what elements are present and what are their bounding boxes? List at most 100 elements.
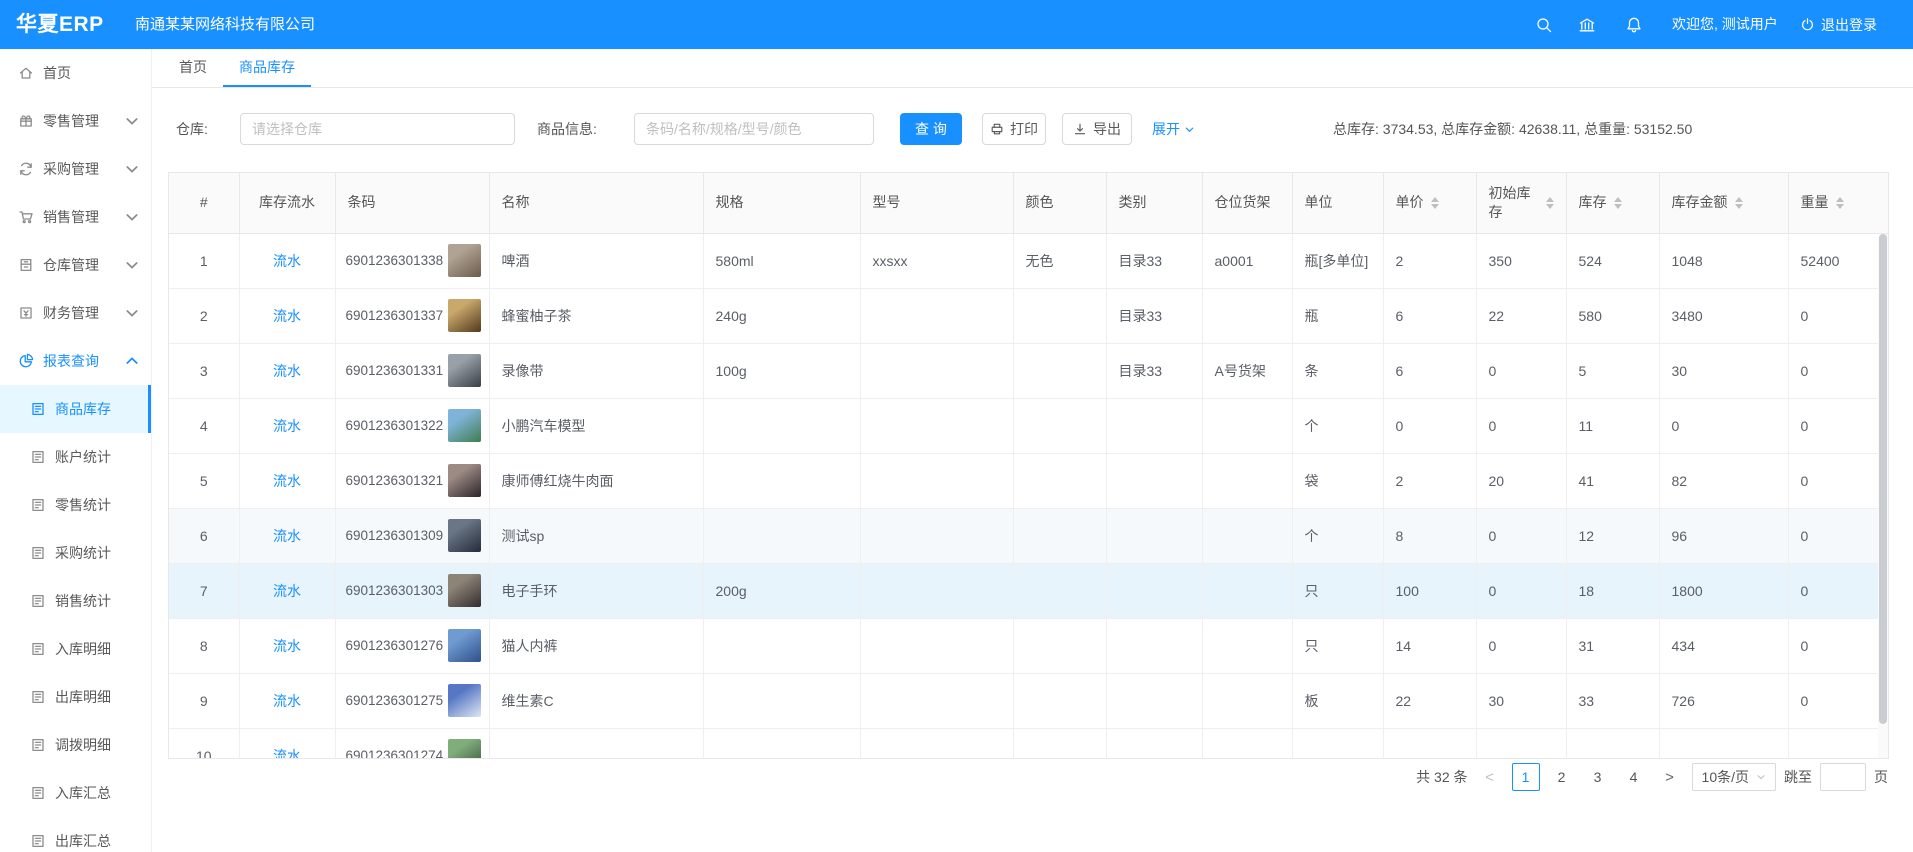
warehouse-select-input[interactable] [240, 113, 515, 145]
cell-color [1013, 618, 1106, 673]
sort-icon[interactable] [1836, 197, 1844, 209]
col-header-price[interactable]: 单价 [1383, 173, 1476, 233]
cell-num: 7 [169, 563, 239, 618]
cell-color [1013, 508, 1106, 563]
stock-flow-link[interactable]: 流水 [273, 528, 301, 544]
col-header-model: 型号 [860, 173, 1013, 233]
cell-amount: 726 [1659, 673, 1788, 728]
sidebar-item-transfer-detail[interactable]: 调拨明细 [0, 721, 151, 769]
col-header-stock[interactable]: 库存 [1566, 173, 1659, 233]
doc-icon [30, 593, 46, 609]
stock-flow-link[interactable]: 流水 [273, 308, 301, 324]
prev-page-button[interactable]: < [1476, 763, 1504, 791]
page-size-select[interactable]: 10条/页 [1692, 763, 1776, 791]
top-header-bar: 华夏ERP 南通某某网络科技有限公司 欢迎您, 测试用户 退出登录 [0, 0, 1913, 49]
stock-flow-link[interactable]: 流水 [273, 253, 301, 269]
tab-bar: 首页商品库存 [152, 49, 1913, 88]
barcode-value: 6901236301337 [346, 308, 444, 323]
table-row: 2流水6901236301337蜂蜜柚子茶240g目录33瓶6225803480… [169, 288, 1888, 343]
stock-flow-link[interactable]: 流水 [273, 473, 301, 489]
sidebar-item-outbound-detail[interactable]: 出库明细 [0, 673, 151, 721]
report-icon [18, 353, 34, 369]
cell-category: 目录33 [1106, 288, 1202, 343]
search-icon[interactable] [1535, 16, 1553, 34]
sidebar-item-inbound-summary[interactable]: 入库汇总 [0, 769, 151, 817]
sort-icon[interactable] [1431, 197, 1439, 209]
cell-color [1013, 453, 1106, 508]
stock-flow-link[interactable]: 流水 [273, 638, 301, 654]
cell-unit [1292, 728, 1383, 759]
page-2[interactable]: 2 [1548, 763, 1576, 791]
sidebar-item-purchase-stats[interactable]: 采购统计 [0, 529, 151, 577]
stock-flow-link[interactable]: 流水 [273, 418, 301, 434]
sidebar-item-account-stats[interactable]: 账户统计 [0, 433, 151, 481]
product-info-input[interactable] [634, 113, 874, 145]
query-button[interactable]: 查 询 [900, 113, 962, 145]
col-header-amount[interactable]: 库存金额 [1659, 173, 1788, 233]
col-label: 型号 [873, 193, 901, 212]
logout-button[interactable]: 退出登录 [1800, 0, 1877, 49]
cell-spec: 240g [703, 288, 860, 343]
sidebar-item-report-query[interactable]: 报表查询 [0, 337, 151, 385]
export-label: 导出 [1093, 119, 1121, 139]
col-header-init[interactable]: 初始库存 [1476, 173, 1566, 233]
sort-icon[interactable] [1614, 197, 1622, 209]
tab-home[interactable]: 首页 [163, 49, 223, 87]
cell-category: 目录33 [1106, 343, 1202, 398]
page-4[interactable]: 4 [1620, 763, 1648, 791]
sidebar-item-retail-mgmt[interactable]: 零售管理 [0, 97, 151, 145]
product-image [448, 519, 481, 552]
cell-weight: 0 [1788, 508, 1888, 563]
product-image [448, 409, 481, 442]
cell-stock [1566, 728, 1659, 759]
welcome-user-text: 欢迎您, 测试用户 [1672, 0, 1778, 49]
stock-flow-link[interactable]: 流水 [273, 363, 301, 379]
sidebar-item-warehouse-mgmt[interactable]: 仓库管理 [0, 241, 151, 289]
cell-flow: 流水 [239, 343, 335, 398]
scrollbar-thumb[interactable] [1879, 234, 1887, 724]
cell-flow: 流水 [239, 728, 335, 759]
jump-to-input[interactable] [1820, 763, 1866, 791]
cell-spec [703, 398, 860, 453]
bank-icon[interactable] [1578, 16, 1596, 34]
sidebar-item-home[interactable]: 首页 [0, 49, 151, 97]
cell-amount: 1048 [1659, 233, 1788, 288]
stock-flow-link[interactable]: 流水 [273, 748, 301, 760]
expand-toggle[interactable]: 展开 [1152, 113, 1195, 145]
product-image [448, 354, 481, 387]
sidebar-item-label: 财务管理 [43, 303, 99, 323]
sidebar-item-product-stock[interactable]: 商品库存 [0, 385, 151, 433]
sidebar-item-retail-stats[interactable]: 零售统计 [0, 481, 151, 529]
next-page-button[interactable]: > [1656, 763, 1684, 791]
bell-icon[interactable] [1625, 16, 1643, 34]
cell-flow: 流水 [239, 288, 335, 343]
col-header-weight[interactable]: 重量 [1788, 173, 1888, 233]
sidebar-item-inbound-detail[interactable]: 入库明细 [0, 625, 151, 673]
sort-icon[interactable] [1546, 197, 1554, 209]
stock-flow-link[interactable]: 流水 [273, 583, 301, 599]
page-3[interactable]: 3 [1584, 763, 1612, 791]
page-size-value: 10条/页 [1702, 767, 1749, 787]
product-image [448, 464, 481, 497]
sidebar-item-sales-stats[interactable]: 销售统计 [0, 577, 151, 625]
cell-amount: 82 [1659, 453, 1788, 508]
cell-barcode: 6901236301275 [335, 673, 489, 728]
table-row: 7流水6901236301303电子手环200g只10001818000 [169, 563, 1888, 618]
print-button[interactable]: 打印 [982, 113, 1046, 145]
export-button[interactable]: 导出 [1062, 113, 1132, 145]
print-label: 打印 [1010, 119, 1038, 139]
table-scrollbar[interactable] [1878, 234, 1888, 758]
tab-product-stock[interactable]: 商品库存 [223, 49, 311, 87]
stock-flow-link[interactable]: 流水 [273, 693, 301, 709]
sort-icon[interactable] [1735, 197, 1743, 209]
sidebar-item-sales-mgmt[interactable]: 销售管理 [0, 193, 151, 241]
cell-flow: 流水 [239, 453, 335, 508]
sidebar-item-outbound-summary[interactable]: 出库汇总 [0, 817, 151, 852]
sidebar-item-purchase-mgmt[interactable]: 采购管理 [0, 145, 151, 193]
cell-weight [1788, 728, 1888, 759]
cell-shelf [1202, 398, 1292, 453]
sidebar-subitem-label: 入库明细 [55, 639, 111, 659]
page-1[interactable]: 1 [1512, 763, 1540, 791]
cell-category [1106, 398, 1202, 453]
sidebar-item-finance-mgmt[interactable]: 财务管理 [0, 289, 151, 337]
